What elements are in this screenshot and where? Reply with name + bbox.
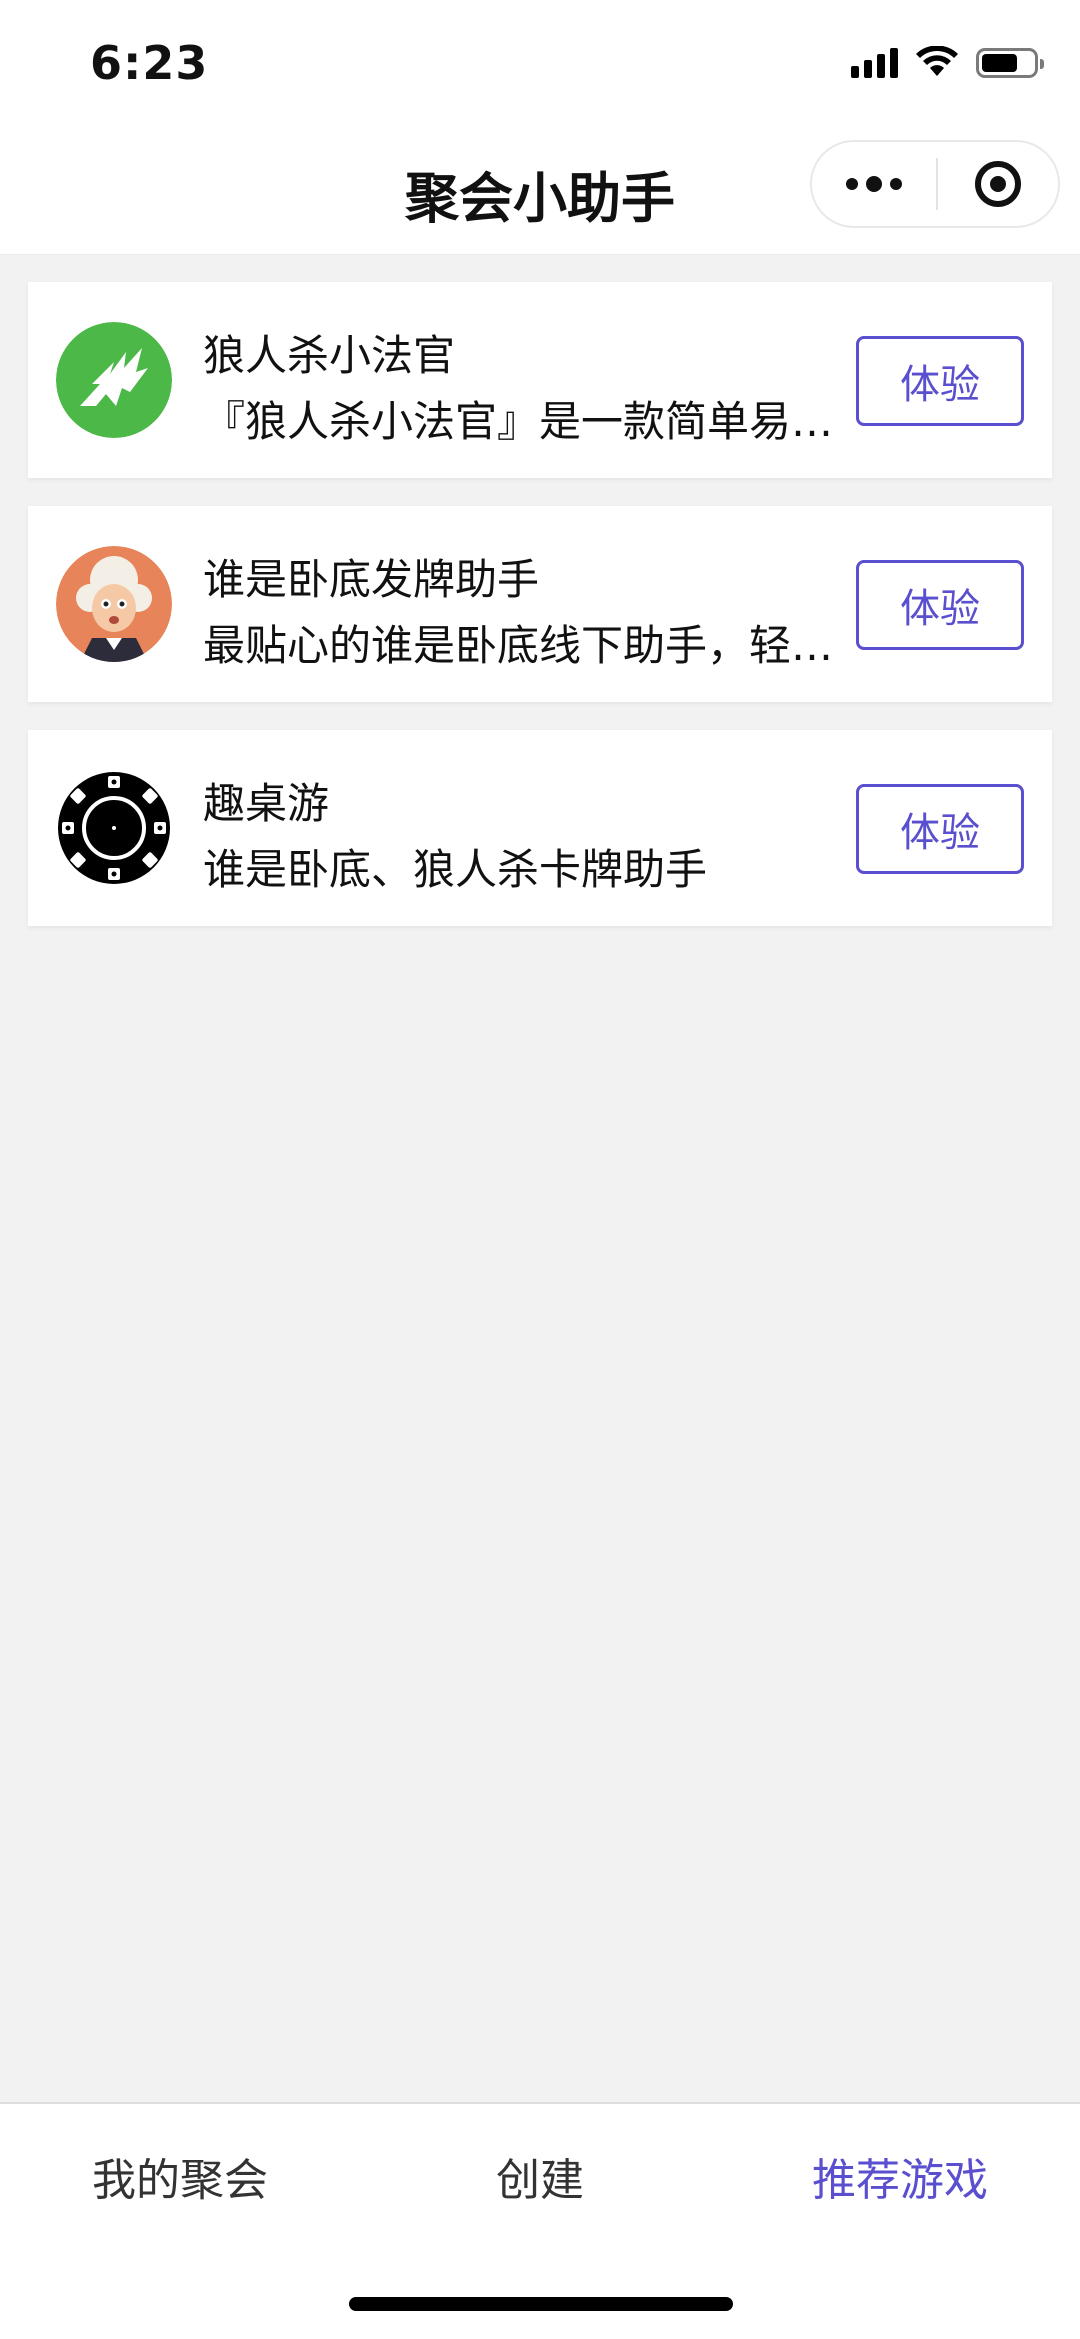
game-card-qu-zhuoyou: 趣桌游 谁是卧底、狼人杀卡牌助手 体验 [28, 730, 1052, 926]
close-target-icon [975, 161, 1021, 207]
game-description: 『狼人杀小法官』是一款简单易用的狼人杀游戏辅助工具 [203, 397, 843, 446]
tab-recommended-games[interactable]: 推荐游戏 [720, 2144, 1080, 2208]
nav-bar: 聚会小助手 [0, 130, 1080, 255]
game-description: 最贴心的谁是卧底线下助手，轻松发牌一键开局 [203, 621, 843, 670]
more-button[interactable] [812, 142, 936, 226]
poker-chip-icon [56, 770, 172, 886]
battery-level [982, 54, 1017, 72]
close-button[interactable] [938, 142, 1058, 226]
home-indicator[interactable] [349, 2297, 733, 2311]
game-name: 谁是卧底发牌助手 [203, 555, 540, 604]
try-button[interactable]: 体验 [856, 336, 1024, 426]
game-name: 趣桌游 [203, 779, 330, 828]
status-time: 6:23 [90, 36, 209, 90]
judge-avatar-icon [56, 546, 172, 662]
signal-icon [851, 48, 898, 78]
battery-icon [976, 48, 1044, 78]
more-icon-dot [890, 178, 902, 190]
status-icons [851, 46, 1044, 78]
status-bar: 6:23 [0, 0, 1080, 130]
mini-program-capsule [810, 140, 1060, 228]
game-card-undercover: 谁是卧底发牌助手 最贴心的谁是卧底线下助手，轻松发牌一键开局 体验 [28, 506, 1052, 702]
more-icon-dot [846, 178, 858, 190]
try-button[interactable]: 体验 [856, 784, 1024, 874]
werewolf-logo-icon [56, 322, 172, 438]
wifi-icon [916, 46, 958, 76]
game-description: 谁是卧底、狼人杀卡牌助手 [203, 845, 708, 894]
try-button[interactable]: 体验 [856, 560, 1024, 650]
tab-my-parties[interactable]: 我的聚会 [0, 2144, 360, 2208]
game-list: 狼人杀小法官 『狼人杀小法官』是一款简单易用的狼人杀游戏辅助工具 体验 谁是卧底… [28, 282, 1052, 954]
more-icon-dot [866, 176, 882, 192]
game-card-werewolf: 狼人杀小法官 『狼人杀小法官』是一款简单易用的狼人杀游戏辅助工具 体验 [28, 282, 1052, 478]
tab-create[interactable]: 创建 [360, 2144, 720, 2208]
game-name: 狼人杀小法官 [203, 331, 456, 380]
